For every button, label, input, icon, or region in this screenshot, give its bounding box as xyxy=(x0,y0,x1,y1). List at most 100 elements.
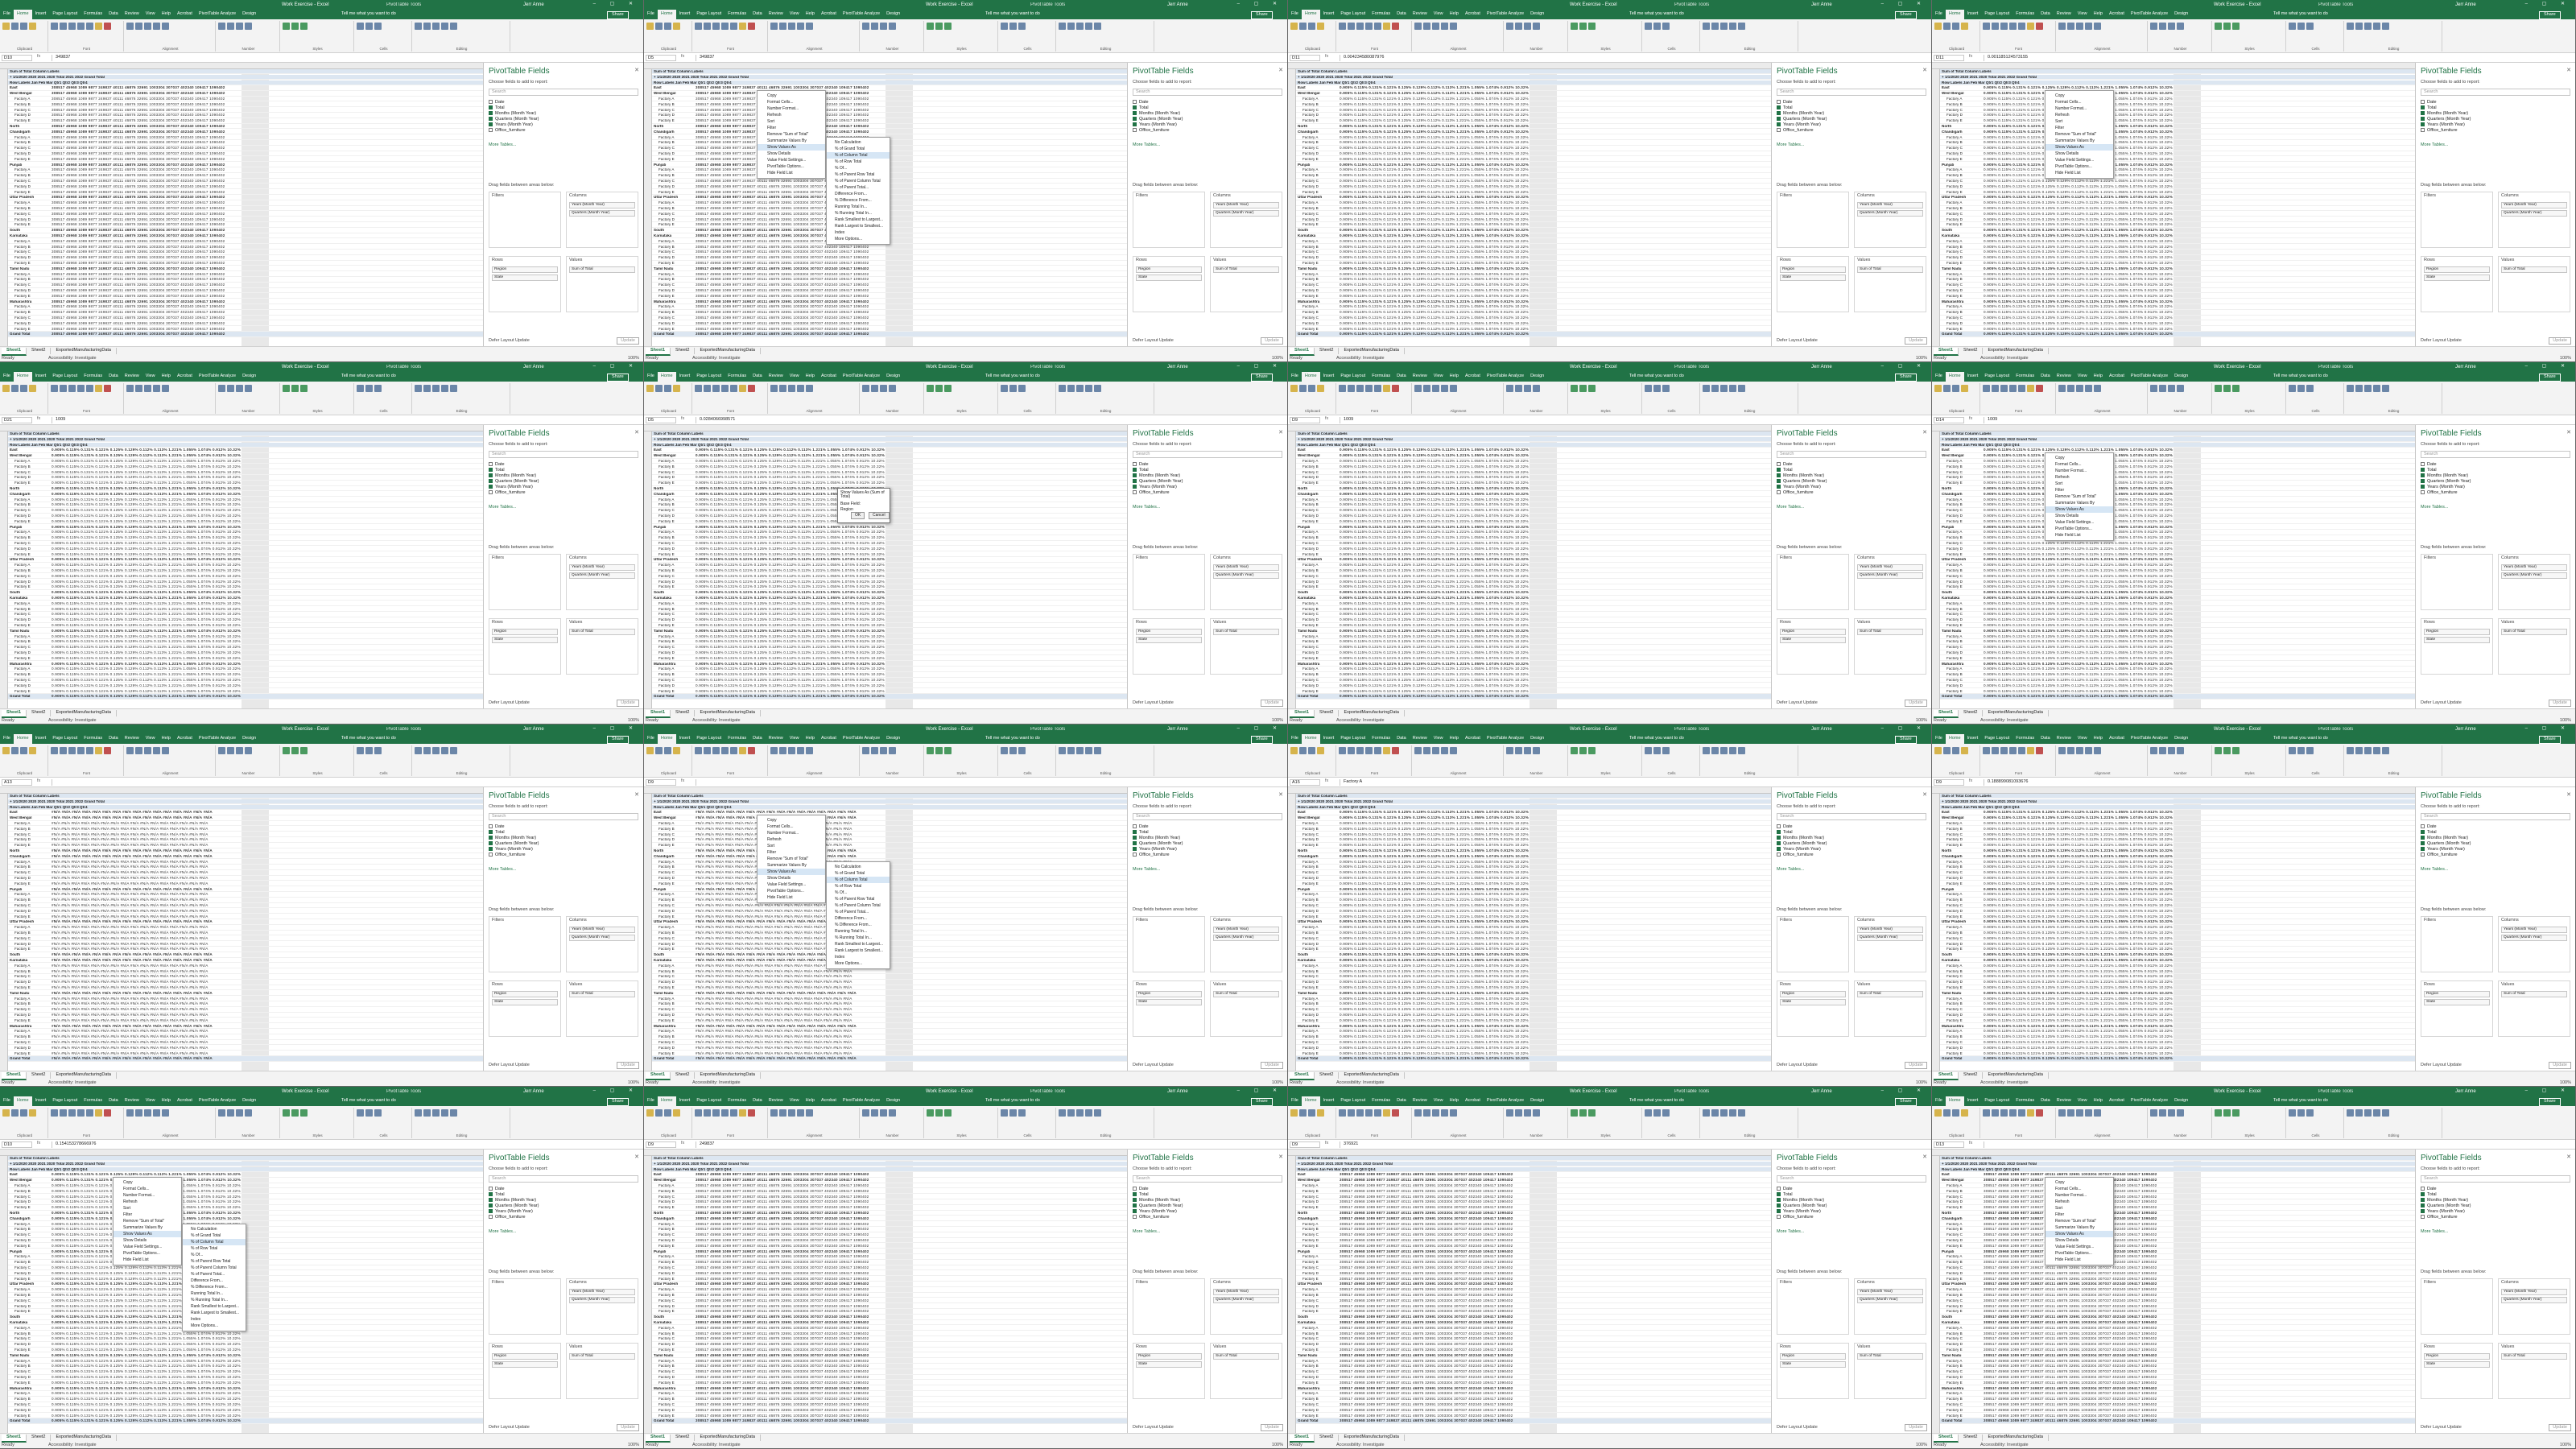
columns-area[interactable]: Columns Years (Month Year) Quarters (Mon… xyxy=(1210,1278,1282,1335)
comma-icon[interactable] xyxy=(1524,385,1531,392)
table-row[interactable]: Factory C308517 45968 1089 9877 249837 4… xyxy=(652,250,1127,255)
row-label[interactable]: Factory D xyxy=(654,943,692,946)
row-label[interactable]: Maharashtra xyxy=(654,300,692,303)
row-label[interactable]: Factory B xyxy=(654,1332,692,1335)
table-row[interactable]: Factory A#N/A #N/A #N/A #N/A #N/A #N/A #… xyxy=(8,860,483,865)
row-values[interactable]: 0.905% 0.115% 0.131% 0.121% 0.125% 0.129… xyxy=(696,650,885,654)
name-box[interactable]: A13 xyxy=(2,779,32,786)
context-menu-item[interactable]: Remove "Sum of Total" xyxy=(2046,131,2113,138)
row-values[interactable]: 0.905% 0.115% 0.131% 0.121% 0.125% 0.129… xyxy=(1984,1002,2173,1005)
row-label[interactable]: Factory A xyxy=(1942,635,1980,638)
row-values[interactable]: 0.905% 0.115% 0.131% 0.121% 0.125% 0.129… xyxy=(696,454,885,457)
row-values[interactable]: 308517 45968 1089 9877 249837 40111 4687… xyxy=(1984,1293,2157,1297)
field-chip[interactable]: Years (Month Year) xyxy=(1857,927,1923,933)
format-painter-icon[interactable] xyxy=(29,385,36,392)
filters-area[interactable]: Filters xyxy=(489,1278,561,1335)
row-label[interactable]: Factory A xyxy=(654,460,692,463)
tab-insert[interactable]: Insert xyxy=(1320,372,1338,379)
row-values[interactable]: 0.905% 0.115% 0.131% 0.121% 0.125% 0.129… xyxy=(52,650,241,654)
row-label[interactable]: Factory E xyxy=(1298,1310,1336,1313)
percent-icon[interactable] xyxy=(227,1109,234,1117)
row-label[interactable]: Factory D xyxy=(1298,289,1336,292)
row-label[interactable]: Factory E xyxy=(1942,262,1980,265)
share-button[interactable]: Share xyxy=(2539,374,2561,382)
clear-icon[interactable] xyxy=(432,1109,440,1117)
table-row[interactable]: Factory A0.905% 0.115% 0.131% 0.121% 0.1… xyxy=(8,459,483,464)
checkbox-icon[interactable] xyxy=(489,1187,493,1191)
row-label[interactable]: Uttar Pradesh xyxy=(1942,1282,1980,1286)
clear-icon[interactable] xyxy=(432,747,440,754)
font-name-icon[interactable] xyxy=(1983,385,1990,392)
table-row[interactable]: Factory D308517 45968 1089 9877 249837 4… xyxy=(652,255,1127,261)
table-row[interactable]: Factory B0.905% 0.115% 0.131% 0.121% 0.1… xyxy=(1296,931,1771,936)
clear-icon[interactable] xyxy=(432,23,440,30)
table-row[interactable]: Factory D0.905% 0.115% 0.131% 0.121% 0.1… xyxy=(8,650,483,656)
row-label[interactable]: Factory D xyxy=(654,580,692,584)
row-label[interactable]: Factory E xyxy=(654,1310,692,1313)
field-chip[interactable]: Region xyxy=(492,991,558,997)
field-checkbox[interactable]: Months (Month Year) xyxy=(489,1198,638,1203)
paste-icon[interactable] xyxy=(646,385,654,392)
row-label[interactable]: Factory A xyxy=(1298,564,1336,567)
table-row[interactable]: Maharashtra 0.905% 0.115% 0.131% 0.121% 0… xyxy=(1940,299,2415,304)
autosum-icon[interactable] xyxy=(2347,1109,2354,1117)
find-select-icon[interactable] xyxy=(1738,385,1745,392)
row-label[interactable]: Factory D xyxy=(1298,1046,1336,1050)
sheet-tab[interactable]: ExportedManufacturingData xyxy=(695,1435,761,1441)
row-headers[interactable] xyxy=(644,794,652,1071)
tab-design[interactable]: Design xyxy=(1527,1096,1547,1104)
row-headers[interactable] xyxy=(644,431,652,708)
tab-home[interactable]: Home xyxy=(13,1096,32,1106)
table-row[interactable]: Factory A0.905% 0.115% 0.131% 0.121% 0.1… xyxy=(1940,925,2415,931)
row-label[interactable]: Factory D xyxy=(654,322,692,325)
context-menu-item[interactable]: Show Details xyxy=(114,1237,181,1244)
row-label[interactable]: Factory A xyxy=(1942,1184,1980,1187)
row-label[interactable]: Factory E xyxy=(10,947,48,951)
update-button[interactable]: Update xyxy=(617,1423,639,1431)
font-size-icon[interactable] xyxy=(1348,385,1355,392)
row-label[interactable]: Grand Total xyxy=(1942,332,1980,336)
fx-icon[interactable]: fx xyxy=(681,1141,684,1146)
checkbox-icon[interactable] xyxy=(489,490,493,495)
row-label[interactable]: Factory B xyxy=(10,1002,48,1005)
field-checkbox[interactable]: Quarters (Month Year) xyxy=(1777,479,1926,485)
row-label[interactable]: Chandigarh xyxy=(10,493,48,496)
row-label[interactable]: Factory D xyxy=(1942,1376,1980,1379)
row-values[interactable]: 0.905% 0.115% 0.131% 0.121% 0.125% 0.129… xyxy=(1984,629,2173,633)
tell-me-search[interactable]: Tell me what you want to do xyxy=(1626,1096,1687,1104)
row-label[interactable]: Factory A xyxy=(10,1030,48,1033)
tab-page-layout[interactable]: Page Layout xyxy=(49,10,80,17)
table-row[interactable]: Factory B0.905% 0.115% 0.131% 0.121% 0.1… xyxy=(1296,535,1771,541)
table-row[interactable]: West Bengal 308517 45968 1089 9877 249837… xyxy=(8,91,483,97)
paste-icon[interactable] xyxy=(1934,1109,1942,1117)
table-row[interactable]: Factory C0.905% 0.115% 0.131% 0.121% 0.1… xyxy=(1296,179,1771,184)
table-row[interactable]: Factory D308517 45968 1089 9877 249837 4… xyxy=(652,288,1127,294)
row-values[interactable]: 0.905% 0.115% 0.131% 0.121% 0.125% 0.129… xyxy=(1984,827,2173,831)
row-label[interactable]: West Bengal xyxy=(1298,454,1336,457)
row-values[interactable]: #N/A #N/A #N/A #N/A #N/A #N/A #N/A #N/A … xyxy=(696,1002,852,1005)
filters-area[interactable]: Filters xyxy=(2421,1278,2493,1335)
table-row[interactable]: Factory B0.905% 0.115% 0.131% 0.121% 0.1… xyxy=(1940,535,2415,541)
row-values[interactable]: 0.905% 0.115% 0.131% 0.121% 0.125% 0.129… xyxy=(1984,898,2173,902)
checkbox-icon[interactable] xyxy=(2421,824,2425,829)
table-row[interactable]: Factory A0.905% 0.115% 0.131% 0.121% 0.1… xyxy=(1296,1029,1771,1034)
checkbox-icon[interactable] xyxy=(2421,1209,2425,1214)
row-label[interactable]: East xyxy=(1942,1173,1980,1176)
context-menu-item[interactable]: Sort xyxy=(758,118,825,125)
row-values[interactable]: 0.905% 0.115% 0.131% 0.121% 0.125% 0.129… xyxy=(1340,256,1529,259)
accessibility-status[interactable]: Accessibility: Investigate xyxy=(692,718,741,724)
row-label[interactable]: Factory B xyxy=(10,931,48,935)
row-values[interactable]: 0.905% 0.115% 0.131% 0.121% 0.125% 0.129… xyxy=(1984,266,2173,270)
row-label[interactable]: Factory B xyxy=(654,898,692,902)
table-row[interactable]: Factory A0.905% 0.115% 0.131% 0.121% 0.1… xyxy=(1296,860,1771,865)
table-row[interactable]: Tamil Nadu 0.905% 0.115% 0.131% 0.121% 0.… xyxy=(1940,266,2415,272)
row-label[interactable]: Factory E xyxy=(1298,553,1336,556)
tab-data[interactable]: Data xyxy=(105,1096,122,1104)
cell-styles-icon[interactable] xyxy=(944,747,952,754)
row-values[interactable]: 0.905% 0.115% 0.131% 0.121% 0.125% 0.129… xyxy=(52,503,241,506)
row-label[interactable]: Factory E xyxy=(10,1310,48,1313)
table-row[interactable]: Factory C#N/A #N/A #N/A #N/A #N/A #N/A #… xyxy=(652,974,1127,980)
row-values[interactable]: 0.905% 0.115% 0.131% 0.121% 0.125% 0.129… xyxy=(1984,206,2173,210)
row-label[interactable]: Factory D xyxy=(654,684,692,687)
field-checkbox[interactable]: Months (Month Year) xyxy=(1777,473,1926,479)
